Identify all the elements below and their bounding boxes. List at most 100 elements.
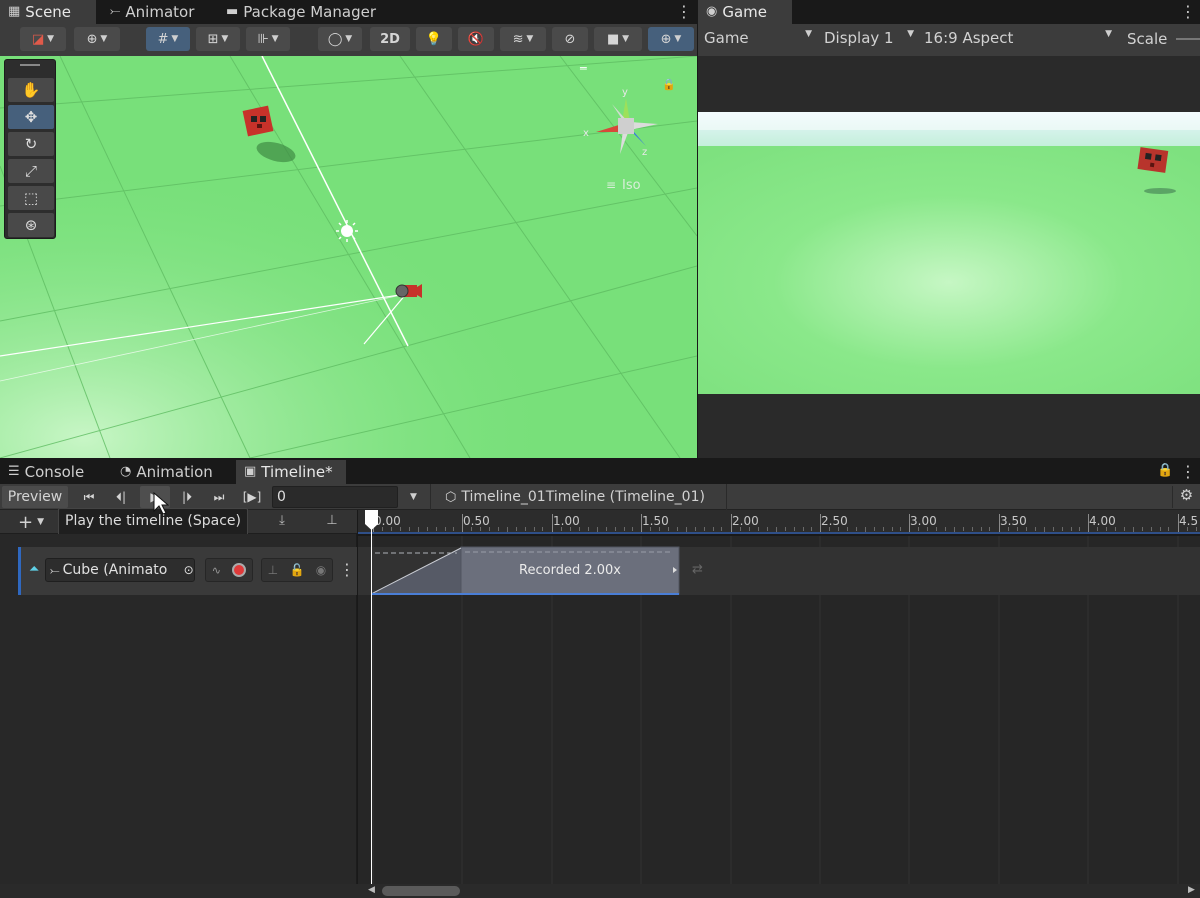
scroll-right-icon[interactable]: ▶ [1188, 885, 1195, 895]
gamepad-icon: ◉ [706, 4, 718, 19]
ruler-minor-tick [874, 527, 875, 531]
next-frame-button[interactable]: |⏵ [172, 486, 202, 508]
lock-icon[interactable]: 🔒 [1157, 463, 1173, 478]
transform-tool-button[interactable]: ⊛ [8, 213, 54, 237]
horizontal-scrollbar[interactable]: ◀ ▶ [0, 884, 1200, 898]
ruler-minor-tick [740, 527, 741, 531]
add-track-button[interactable]: + ▼ [18, 512, 58, 533]
ruler-minor-tick [632, 527, 633, 531]
record-icon[interactable] [232, 563, 247, 577]
timeline-asset-name: Timeline_01Timeline (Timeline_01) [461, 489, 705, 505]
tab-scene[interactable]: ▦ Scene [0, 0, 96, 24]
curve-icon: ∿ [211, 563, 221, 577]
frame-field[interactable]: 0 [272, 486, 398, 508]
ruler-minor-tick [1196, 527, 1197, 531]
grid-snap-button[interactable]: # ▼ [146, 27, 190, 51]
ruler-minor-tick [1008, 527, 1009, 531]
ruler-minor-tick [989, 527, 990, 531]
ruler-minor-tick [981, 527, 982, 531]
chevron-down-icon: ▼ [37, 517, 45, 527]
curves-button[interactable]: ∿ [205, 558, 253, 582]
shading-button[interactable]: ◯ ▼ [318, 27, 362, 51]
pin-icon[interactable]: ⊥ [268, 563, 278, 577]
eye-icon[interactable]: ◉ [316, 563, 326, 577]
tab-timeline[interactable]: ▣ Timeline* [236, 460, 346, 484]
2d-label: 2D [380, 31, 400, 47]
game-menu-icon[interactable]: ⋮ [1180, 4, 1196, 20]
scene-viewport[interactable]: y x z ═ 🔒 ≡ Iso ✋ ✥ ↻ ⤢ ⬚ ⊛ [0, 56, 697, 458]
ruler-minor-tick [865, 527, 866, 532]
go-to-end-button[interactable]: ⏭ [204, 486, 234, 508]
rotate-tool-button[interactable]: ↻ [8, 132, 54, 156]
ruler-minor-tick [847, 527, 848, 531]
gizmo-y-label: y [622, 87, 628, 98]
tool-panel-handle[interactable] [20, 64, 40, 66]
marker-button[interactable]: ⤓ [268, 513, 296, 531]
game-viewport[interactable] [698, 56, 1200, 458]
ruler-major-tick [462, 514, 463, 532]
move-tool-button[interactable]: ✥ [8, 105, 54, 129]
tab-game-label: Game [722, 3, 767, 21]
ruler-button[interactable]: ⊪ ▼ [246, 27, 290, 51]
preview-button[interactable]: Preview [2, 486, 68, 508]
go-to-start-button[interactable]: ⏮ [74, 486, 104, 508]
ruler-major-tick [552, 514, 553, 532]
gizmos-button[interactable]: ⊕ ▼ [648, 27, 694, 51]
tab-animation[interactable]: ◔ Animation [112, 460, 221, 484]
scrollbar-thumb[interactable] [382, 886, 460, 896]
hidden-toggle-button[interactable]: ⊘ [552, 27, 588, 51]
frame-dropdown-icon[interactable]: ▼ [410, 492, 417, 502]
transform-icon: ⊛ [24, 216, 38, 234]
tab-package-manager[interactable]: ▬ Package Manager [218, 0, 384, 24]
track-row[interactable]: ⏶ ⤚ Cube (Animato ⊙ ∿ ⊥ 🔓 ◉ ⋮ [18, 547, 357, 595]
breadcrumb[interactable]: ⬡ Timeline_01Timeline (Timeline_01) [430, 484, 730, 510]
aspect-dropdown[interactable]: 16:9 Aspect ▼ [924, 29, 1112, 47]
scene-menu-icon[interactable]: ⋮ [676, 4, 692, 20]
ruler-minor-tick [615, 527, 616, 531]
tool-panel: ✋ ✥ ↻ ⤢ ⬚ ⊛ [4, 59, 56, 239]
prev-frame-button[interactable]: ⏴| [106, 486, 136, 508]
object-picker-icon[interactable]: ⊙ [184, 563, 194, 577]
track-menu-icon[interactable]: ⋮ [339, 562, 355, 578]
shaded-icon: ◪ [31, 31, 45, 47]
display-mode-dropdown[interactable]: Game ▼ [704, 29, 812, 47]
ruler-minor-tick [892, 527, 893, 531]
2d-toggle-button[interactable]: 2D [370, 27, 410, 51]
lock-icon[interactable]: 🔓 [289, 563, 304, 577]
ruler-minor-tick [542, 527, 543, 531]
timeline-menu-icon[interactable]: ⋮ [1180, 464, 1196, 480]
scroll-left-icon[interactable]: ◀ [368, 885, 375, 895]
tab-animator[interactable]: ⤚ Animator [102, 0, 202, 24]
gizmo-icon: ⊕ [660, 31, 672, 47]
tab-package-manager-label: Package Manager [243, 3, 376, 21]
rect-tool-button[interactable]: ⬚ [8, 186, 54, 210]
effects-button[interactable]: ≋ ▼ [500, 27, 546, 51]
ruler-minor-tick [400, 527, 401, 531]
pin-button[interactable]: ⊥ [318, 513, 346, 531]
tab-animator-label: Animator [125, 3, 195, 21]
ruler-minor-tick [445, 527, 446, 531]
loop-icon: ⇄ [692, 562, 703, 577]
play-range-button[interactable]: [▶] [238, 486, 266, 508]
ruler-minor-tick [1053, 527, 1054, 531]
scale-slider[interactable] [1176, 38, 1200, 40]
ruler-icon: ⊪ [257, 31, 269, 47]
tab-console[interactable]: ☰ Console [0, 460, 92, 484]
display-dropdown[interactable]: Display 1 ▼ [824, 29, 914, 47]
global-button[interactable]: ⊕ ▼ [74, 27, 120, 51]
draw-mode-button[interactable]: ◪ ▼ [20, 27, 66, 51]
lighting-toggle-button[interactable]: 💡 [416, 27, 452, 51]
tab-game[interactable]: ◉ Game [698, 0, 792, 24]
chevron-down-icon: ▼ [218, 34, 229, 44]
ruler-minor-tick [767, 527, 768, 531]
scale-tool-button[interactable]: ⤢ [8, 159, 54, 183]
audio-toggle-button[interactable]: 🔇 [458, 27, 494, 51]
hand-tool-button[interactable]: ✋ [8, 78, 54, 102]
ruler-minor-tick [471, 527, 472, 531]
camera-button[interactable]: ■ ▼ [594, 27, 642, 51]
camera-icon: ■ [606, 31, 620, 47]
ruler-minor-tick [650, 527, 651, 531]
increment-snap-button[interactable]: ⊞ ▼ [196, 27, 240, 51]
settings-gear-icon[interactable]: ⚙ [1172, 486, 1200, 508]
track-binding-field[interactable]: ⤚ Cube (Animato ⊙ [45, 558, 195, 582]
